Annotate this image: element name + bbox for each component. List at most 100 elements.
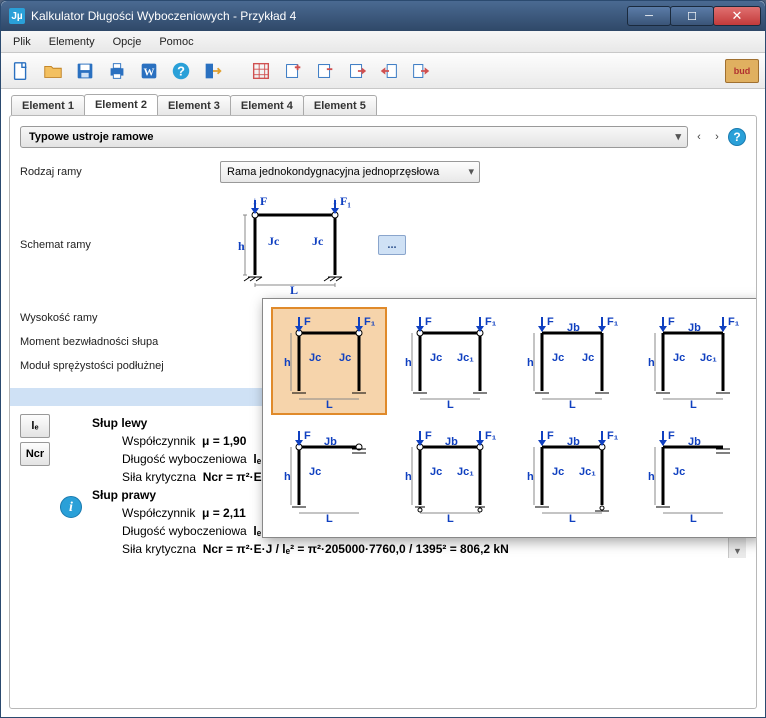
rodzaj-dropdown[interactable]: Rama jednokondygnacyjna jednoprzęsłowa	[220, 161, 480, 183]
help-icon[interactable]: ?	[167, 57, 195, 85]
schema-option-7[interactable]: FF₁JbJcJc₁hL	[514, 421, 630, 529]
svg-text:L: L	[690, 399, 697, 411]
schema-option-8[interactable]: FJbJchL	[636, 421, 752, 529]
tab-element-3[interactable]: Element 3	[157, 95, 231, 115]
svg-text:?: ?	[177, 63, 185, 78]
svg-text:F₁: F₁	[340, 194, 351, 208]
prev-type-button[interactable]: ‹	[692, 131, 706, 143]
move-left-icon[interactable]	[375, 57, 403, 85]
rodzaj-value: Rama jednokondygnacyjna jednoprzęsłowa	[227, 166, 439, 178]
close-button[interactable]: ✕	[713, 6, 761, 26]
svg-text:F₁: F₁	[485, 430, 497, 442]
svg-text:F: F	[668, 430, 675, 442]
frame-schema-diagram: ↓F ↓F₁ JcJc hL	[220, 190, 370, 300]
next-type-button[interactable]: ›	[710, 131, 724, 143]
svg-text:Jc: Jc	[673, 466, 685, 478]
menubar: Plik Elementy Opcje Pomoc	[1, 31, 765, 53]
schema-option-1[interactable]: FF₁JcJchL	[271, 307, 387, 415]
svg-text:Jc: Jc	[268, 234, 280, 248]
schema-option-3[interactable]: F F₁ Jb Jc Jc h L	[514, 307, 630, 415]
svg-text:Jb: Jb	[567, 322, 580, 334]
svg-text:F: F	[547, 316, 554, 328]
label-wysokosc: Wysokość ramy	[20, 306, 220, 330]
label-rodzaj: Rodzaj ramy	[20, 160, 220, 184]
svg-text:Jb: Jb	[688, 322, 701, 334]
tab-element-4[interactable]: Element 4	[230, 95, 304, 115]
svg-text:Jc: Jc	[309, 352, 321, 364]
svg-text:h: h	[405, 471, 412, 483]
svg-text:F: F	[304, 316, 311, 328]
svg-text:h: h	[527, 357, 534, 369]
svg-text:Jc: Jc	[582, 352, 594, 364]
svg-text:L: L	[326, 513, 333, 525]
label-modul: Moduł sprężystości podłużnej	[20, 354, 220, 378]
label-schemat: Schemat ramy	[20, 233, 220, 257]
help-button[interactable]: ?	[728, 128, 746, 146]
new-file-icon[interactable]	[7, 57, 35, 85]
frame-type-dropdown[interactable]: Typowe ustroje ramowe	[20, 126, 688, 148]
svg-text:Jc₁: Jc₁	[579, 466, 596, 478]
svg-text:Jc: Jc	[339, 352, 351, 364]
brand-logo[interactable]: bud	[725, 59, 759, 83]
save-icon[interactable]	[71, 57, 99, 85]
svg-text:F₁: F₁	[607, 316, 619, 328]
window-title: Kalkulator Długości Wyboczeniowych - Prz…	[31, 9, 628, 23]
titlebar[interactable]: Jµ Kalkulator Długości Wyboczeniowych - …	[1, 1, 765, 31]
svg-text:F: F	[260, 194, 267, 208]
menu-help[interactable]: Pomoc	[151, 34, 201, 50]
r-coef-label: Współczynnik	[122, 506, 195, 520]
open-file-icon[interactable]	[39, 57, 67, 85]
svg-text:F₁: F₁	[485, 316, 497, 328]
svg-text:h: h	[284, 357, 291, 369]
ncr-button[interactable]: Ncr	[20, 442, 50, 466]
r-len-label: Długość wyboczeniowa	[122, 524, 247, 538]
svg-text:h: h	[238, 239, 245, 253]
maximize-button[interactable]: ☐	[670, 6, 714, 26]
svg-text:h: h	[648, 471, 655, 483]
svg-text:L: L	[569, 399, 576, 411]
menu-options[interactable]: Opcje	[105, 34, 150, 50]
schema-option-4[interactable]: FF₁JbJcJc₁hL	[636, 307, 752, 415]
svg-text:L: L	[569, 513, 576, 525]
l-coef: μ = 1,90	[202, 434, 246, 448]
svg-text:F₁: F₁	[728, 316, 740, 328]
svg-text:F: F	[547, 430, 554, 442]
add-element-icon[interactable]	[279, 57, 307, 85]
print-icon[interactable]	[103, 57, 131, 85]
svg-text:F: F	[425, 316, 432, 328]
tab-element-5[interactable]: Element 5	[303, 95, 377, 115]
label-moment: Moment bezwładności słupa	[20, 330, 220, 354]
svg-text:Jb: Jb	[567, 436, 580, 448]
svg-text:Jc: Jc	[430, 352, 442, 364]
svg-text:F₁: F₁	[607, 430, 619, 442]
tab-element-1[interactable]: Element 1	[11, 95, 85, 115]
svg-text:L: L	[690, 513, 697, 525]
svg-text:h: h	[527, 471, 534, 483]
svg-text:L: L	[447, 513, 454, 525]
info-icon: i	[60, 496, 82, 518]
svg-text:h: h	[284, 471, 291, 483]
word-export-icon[interactable]: W	[135, 57, 163, 85]
svg-text:L: L	[326, 399, 333, 411]
le-button[interactable]: lₑ	[20, 414, 50, 438]
remove-element-icon[interactable]	[311, 57, 339, 85]
schema-option-5[interactable]: FJbJchL	[271, 421, 387, 529]
l-force-label: Siła krytyczna	[122, 470, 196, 484]
grid-icon[interactable]	[247, 57, 275, 85]
exit-icon[interactable]	[199, 57, 227, 85]
element-tabs: Element 1 Element 2 Element 3 Element 4 …	[1, 89, 765, 115]
move-right-icon[interactable]	[407, 57, 435, 85]
menu-elements[interactable]: Elementy	[41, 34, 103, 50]
minimize-button[interactable]: ─	[627, 6, 671, 26]
schema-option-2[interactable]: FF₁JcJc₁hL	[393, 307, 509, 415]
schema-more-button[interactable]: ...	[378, 235, 406, 255]
import-icon[interactable]	[343, 57, 371, 85]
l-len-label: Długość wyboczeniowa	[122, 452, 247, 466]
svg-text:Jc: Jc	[552, 352, 564, 364]
svg-text:W: W	[144, 66, 155, 78]
tab-element-2[interactable]: Element 2	[84, 94, 158, 116]
svg-text:F: F	[668, 316, 675, 328]
menu-file[interactable]: Plik	[5, 34, 39, 50]
svg-text:Jc: Jc	[309, 466, 321, 478]
schema-option-6[interactable]: FF₁JbJcJc₁hL	[393, 421, 509, 529]
